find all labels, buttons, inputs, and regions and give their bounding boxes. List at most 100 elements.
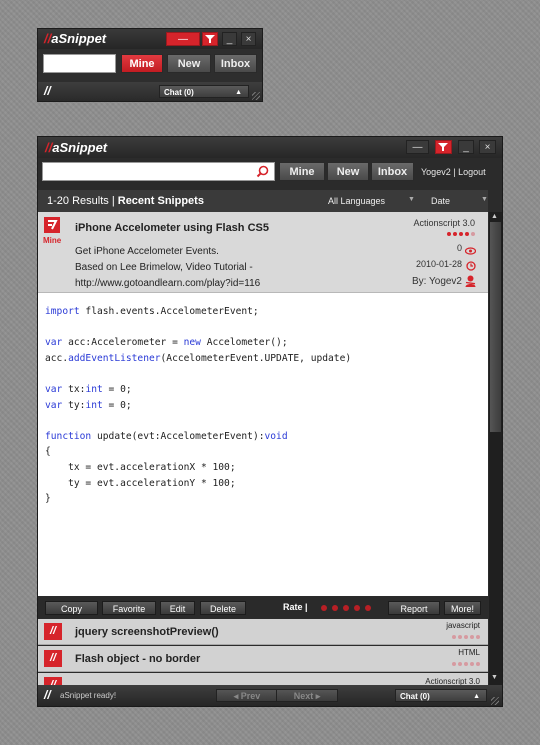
- code-viewer[interactable]: import flash.events.AccelometerEvent; var…: [38, 293, 488, 596]
- sort-dropdown[interactable]: Date ▼: [431, 196, 488, 206]
- snippet-description-line: Based on Lee Brimelow, Video Tutorial -: [75, 262, 253, 273]
- filter-button[interactable]: [435, 140, 452, 154]
- snippet-rating: [447, 232, 475, 236]
- rate-star-1[interactable]: [321, 605, 327, 611]
- code-line: tx = evt.accelerationX * 100;: [45, 462, 236, 473]
- rate-star-3[interactable]: [343, 605, 349, 611]
- mini-collapse-button[interactable]: _: [222, 32, 237, 46]
- mini-tab-inbox[interactable]: Inbox: [214, 54, 257, 73]
- rate-star-4[interactable]: [354, 605, 360, 611]
- filter-icon: [203, 33, 217, 45]
- snippet-action-bar: Copy Favorite Edit Delete Rate | Report …: [38, 597, 488, 618]
- tab-mine[interactable]: Mine: [279, 162, 325, 181]
- chevron-down-icon: ▼: [481, 196, 488, 203]
- prev-page-button[interactable]: ◂ Prev: [216, 689, 278, 702]
- results-range: 1-20 Results: [47, 195, 109, 207]
- mine-snippet-icon: [44, 217, 60, 233]
- filter-icon: [436, 141, 451, 153]
- search-icon[interactable]: [256, 165, 269, 178]
- list-item[interactable]: // jquery screenshotPreview() javascript: [38, 619, 488, 645]
- mini-tab-mine[interactable]: Mine: [121, 54, 163, 73]
- list-item-rating: [452, 662, 480, 666]
- list-item-title: jquery screenshotPreview(): [75, 626, 219, 638]
- code-line: ty = evt.accelerationY * 100;: [45, 477, 236, 489]
- scrollbar[interactable]: ▲ ▼: [489, 212, 502, 685]
- close-button[interactable]: ×: [479, 140, 496, 154]
- mini-window: //aSnippet — _ × Mine New Inbox // Chat …: [37, 28, 263, 102]
- code-line: import flash.events.AccelometerEvent;: [45, 306, 259, 317]
- snippet-description-link[interactable]: http://www.gotoandlearn.com/play?id=116: [75, 278, 260, 289]
- rate-star-2[interactable]: [332, 605, 338, 611]
- username: Yogev2: [421, 167, 451, 177]
- minimize-button[interactable]: —: [406, 140, 429, 154]
- rating-dot: [459, 232, 463, 236]
- code-line: function update(evt:AccelometerEvent):vo…: [45, 430, 288, 442]
- mini-filter-button[interactable]: [202, 32, 218, 46]
- resize-grip-icon[interactable]: [252, 92, 260, 100]
- main-window: //aSnippet — _ × Mine New Inbox Yogev2 |…: [37, 136, 503, 707]
- mini-search-input[interactable]: [43, 54, 116, 73]
- mini-app-logo: //aSnippet: [44, 31, 107, 46]
- code-line: }: [45, 493, 51, 505]
- search-input[interactable]: [42, 162, 275, 181]
- rating-dot: [453, 232, 457, 236]
- snippet-views: 0: [456, 243, 462, 253]
- rate-star-5[interactable]: [365, 605, 371, 611]
- user-info: Yogev2 | Logout: [421, 167, 486, 177]
- resize-grip-icon[interactable]: [491, 697, 499, 705]
- snippet-author: By: Yogev2: [411, 276, 462, 287]
- rate-control[interactable]: [321, 605, 371, 611]
- rating-dot: [471, 232, 475, 236]
- rating-dot: [465, 232, 469, 236]
- status-bar: // aSnippet ready! ◂ Prev Next ▸ Chat (0…: [38, 685, 502, 706]
- list-item-language: javascript: [446, 621, 480, 630]
- chevron-up-icon: ▲: [235, 89, 242, 96]
- next-page-button[interactable]: Next ▸: [276, 689, 338, 702]
- code-line: var acc:Accelerometer = new Accelometer(…: [45, 337, 288, 349]
- list-header: 1-20 Results | Recent Snippets All Langu…: [38, 190, 488, 212]
- code-line: var tx:int = 0;: [45, 384, 132, 395]
- mini-title-bar[interactable]: //aSnippet — _ ×: [38, 29, 262, 49]
- mini-chat-button[interactable]: Chat (0) ▲: [159, 85, 249, 98]
- report-button[interactable]: Report: [388, 601, 440, 615]
- selected-snippet[interactable]: Mine iPhone Accelometer using Flash CS5 …: [38, 212, 488, 293]
- list-item-rating: [452, 635, 480, 639]
- tab-new[interactable]: New: [327, 162, 369, 181]
- status-slashes: //: [44, 688, 51, 702]
- mini-status-slashes: //: [44, 84, 51, 98]
- mini-minimize-button[interactable]: —: [166, 32, 200, 46]
- mini-tab-new[interactable]: New: [167, 54, 211, 73]
- delete-button[interactable]: Delete: [200, 601, 246, 615]
- chevron-up-icon: ▲: [473, 693, 480, 700]
- mini-status-bar: // Chat (0) ▲: [38, 82, 262, 101]
- copy-button[interactable]: Copy: [45, 601, 98, 615]
- logout-link[interactable]: Logout: [458, 167, 486, 177]
- snippet-title: iPhone Accelometer using Flash CS5: [75, 222, 269, 234]
- list-item-language: HTML: [458, 648, 480, 657]
- title-bar[interactable]: //aSnippet — _ ×: [38, 137, 502, 158]
- user-icon: [465, 274, 476, 292]
- edit-button[interactable]: Edit: [160, 601, 195, 615]
- results-label: Recent Snippets: [117, 195, 204, 207]
- scroll-down-icon[interactable]: ▼: [491, 674, 498, 681]
- tab-inbox[interactable]: Inbox: [371, 162, 414, 181]
- status-message: aSnippet ready!: [60, 691, 117, 700]
- snippet-language: Actionscript 3.0: [413, 218, 475, 228]
- mini-close-button[interactable]: ×: [241, 32, 256, 46]
- rate-label: Rate |: [283, 602, 308, 612]
- code-line: {: [45, 446, 51, 458]
- scrollbar-thumb[interactable]: [490, 222, 501, 432]
- list-item-title: Flash object - no border: [75, 653, 201, 665]
- user-separator: |: [453, 167, 456, 177]
- snippet-date: 2010-01-28: [415, 259, 462, 269]
- snippet-description-line: Get iPhone Accelometer Events.: [75, 246, 219, 257]
- collapse-button[interactable]: _: [458, 140, 474, 154]
- rating-dot: [447, 232, 451, 236]
- scroll-up-icon[interactable]: ▲: [491, 213, 498, 220]
- results-separator: |: [111, 195, 115, 207]
- favorite-button[interactable]: Favorite: [102, 601, 156, 615]
- language-dropdown[interactable]: All Languages ▼: [328, 196, 415, 206]
- more-button[interactable]: More!: [444, 601, 481, 615]
- list-item[interactable]: // Flash object - no border HTML: [38, 646, 488, 672]
- chat-button[interactable]: Chat (0) ▲: [395, 689, 487, 702]
